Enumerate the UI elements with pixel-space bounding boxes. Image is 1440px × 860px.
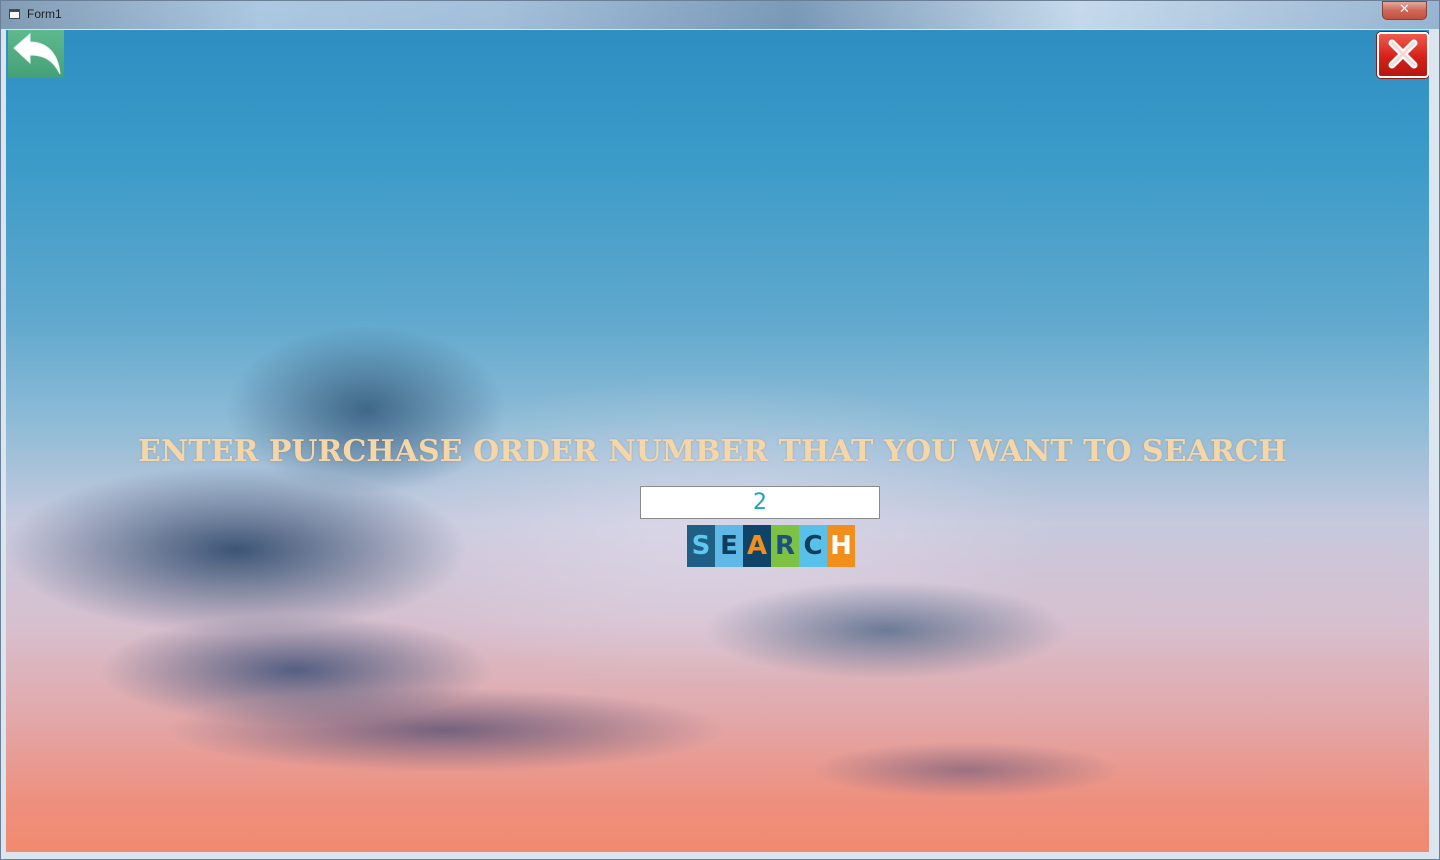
close-x-icon (1388, 39, 1418, 69)
back-arrow-icon (13, 32, 61, 75)
search-tile-c: C (799, 525, 827, 567)
search-prompt-label: ENTER PURCHASE ORDER NUMBER THAT YOU WAN… (137, 434, 1288, 469)
search-tile-s: S (687, 525, 715, 567)
search-tile-h: H (827, 525, 855, 567)
title-bar-glass (1, 1, 1439, 29)
purchase-order-number-input[interactable] (640, 486, 880, 519)
window-title: Form1 (27, 7, 62, 21)
title-bar: Form1 ✕ (1, 1, 1439, 29)
back-button[interactable] (8, 30, 64, 78)
close-button[interactable] (1377, 32, 1429, 78)
form-window-icon (9, 9, 20, 19)
form-client-area: ENTER PURCHASE ORDER NUMBER THAT YOU WAN… (6, 30, 1429, 852)
search-button[interactable]: SEARCH (687, 525, 855, 567)
search-tile-r: R (771, 525, 799, 567)
search-tile-e: E (715, 525, 743, 567)
search-tile-a: A (743, 525, 771, 567)
window-close-button[interactable]: ✕ (1382, 1, 1427, 20)
app-window: Form1 ✕ ENTER PURCHASE ORDER NUMBER THAT… (0, 0, 1440, 860)
